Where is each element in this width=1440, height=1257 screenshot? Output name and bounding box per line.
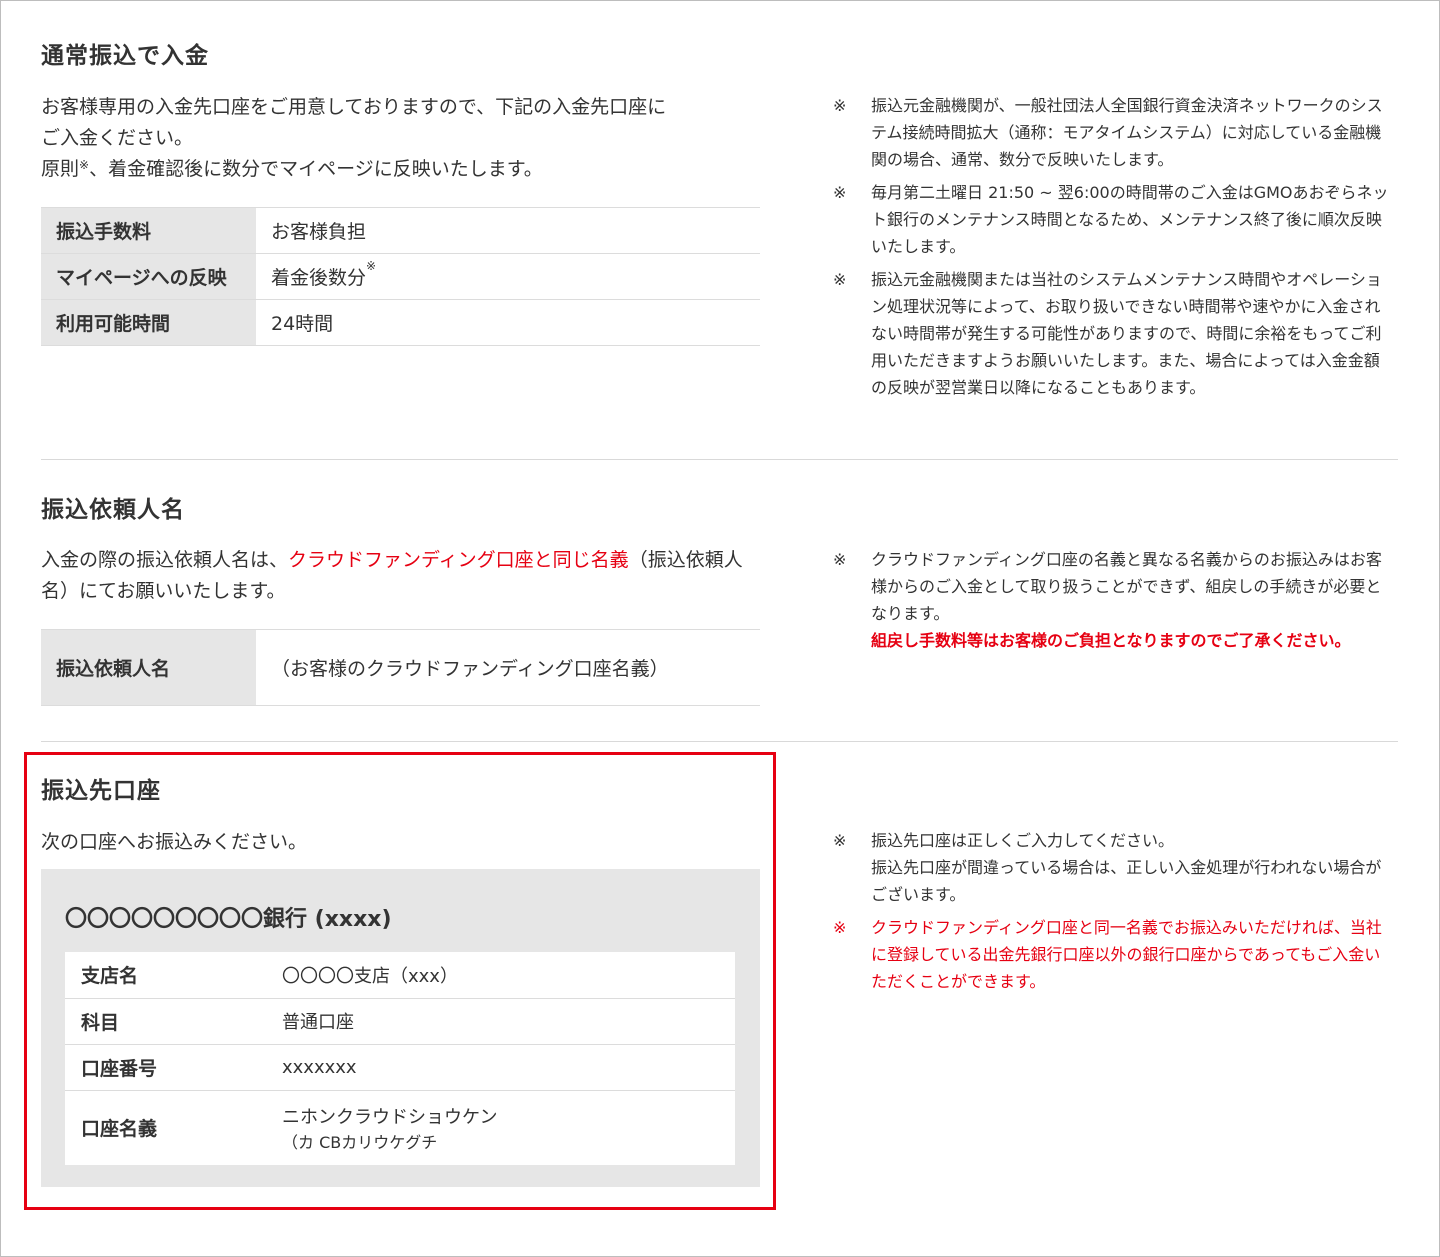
- lead-text: 原則: [41, 158, 80, 180]
- note-text: 振込元金融機関または当社のシステムメンテナンス時間やオペレーション処理状況等によ…: [871, 270, 1382, 397]
- holder-name: ニホンクラウドショウケン: [282, 1106, 498, 1128]
- note-mark: ※: [833, 831, 847, 850]
- note-text: 振込元金融機関が、一般社団法人全国銀行資金決済ネットワークのシステム接続時間拡大…: [871, 96, 1383, 169]
- holder-name-sub: （カ CBカリウケグチ: [282, 1132, 438, 1152]
- section1-notes: ※ 振込元金融機関が、一般社団法人全国銀行資金決済ネットワークのシステム接続時間拡…: [833, 92, 1395, 407]
- section-divider: [41, 741, 1398, 742]
- note-text: クラウドファンディング口座の名義と異なる名義からのお振込みはお客様からのご入金と…: [871, 550, 1382, 623]
- note-mark: ※: [833, 183, 847, 202]
- footnote-mark: ※: [366, 259, 377, 273]
- row-key-number: 口座番号: [65, 1044, 266, 1091]
- note-item: ※ 振込先口座は正しくご入力してください。 振込先口座が間違っている場合は、正しい…: [833, 827, 1395, 908]
- row-value-holder: ニホンクラウドショウケン （カ CBカリウケグチ: [266, 1090, 735, 1165]
- row-value-number: xxxxxxx: [266, 1044, 735, 1091]
- note-text: 毎月第二土曜日 21:50 ~ 翌6:00の時間帯のご入金はGMOあおぞらネット…: [871, 183, 1389, 256]
- row-key-sender: 振込依頼人名: [41, 629, 256, 706]
- bank-account-box: 〇〇〇〇〇〇〇〇〇銀行 (xxxx) 支店名 〇〇〇〇支店（xxx） 科目 普通…: [41, 869, 760, 1187]
- row-value-branch: 〇〇〇〇支店（xxx）: [266, 952, 735, 999]
- row-value-fee: お客様負担: [256, 207, 760, 254]
- footnote-mark: ※: [79, 158, 90, 172]
- section1-lead-line3: 原則※、着金確認後に数分でマイページに反映いたします。: [41, 154, 781, 185]
- section-heading-destination-account: 振込先口座: [41, 778, 161, 804]
- note-text: クラウドファンディング口座と同一名義でお振込みいただければ、当社に登録している出…: [871, 918, 1382, 991]
- note-mark: ※: [833, 550, 847, 569]
- section3-notes: ※ 振込先口座は正しくご入力してください。 振込先口座が間違っている場合は、正しい…: [833, 827, 1395, 1001]
- lead-text: 入金の際の振込依頼人名は、: [41, 549, 289, 571]
- row-value-hours: 24時間: [256, 299, 760, 346]
- table-row: マイページへの反映 着金後数分※: [41, 253, 760, 300]
- section-divider: [41, 459, 1398, 460]
- row-value-reflection: 着金後数分※: [256, 253, 760, 300]
- row-key-fee: 振込手数料: [41, 207, 256, 254]
- row-key-holder: 口座名義: [65, 1090, 266, 1165]
- table-row: 振込依頼人名 （お客様のクラウドファンディング口座名義）: [41, 629, 760, 706]
- note-mark: ※: [833, 918, 847, 937]
- row-key-hours: 利用可能時間: [41, 299, 256, 346]
- section2-lead: 入金の際の振込依頼人名は、クラウドファンディング口座と同じ名義（振込依頼人名）に…: [41, 545, 761, 607]
- table-row: 利用可能時間 24時間: [41, 299, 760, 346]
- table-row: 口座番号 xxxxxxx: [65, 1044, 735, 1091]
- row-value-type: 普通口座: [266, 998, 735, 1045]
- section-heading-sender-name: 振込依頼人名: [41, 497, 185, 523]
- row-key-branch: 支店名: [65, 952, 266, 999]
- note-mark: ※: [833, 270, 847, 289]
- table-row: 振込手数料 お客様負担: [41, 207, 760, 254]
- transfer-info-table: 振込手数料 お客様負担 マイページへの反映 着金後数分※ 利用可能時間 24時間: [41, 207, 760, 346]
- note-text: 振込先口座は正しくご入力してください。 振込先口座が間違っている場合は、正しい入…: [871, 831, 1382, 904]
- note-mark: ※: [833, 96, 847, 115]
- sender-name-table: 振込依頼人名 （お客様のクラウドファンディング口座名義）: [41, 629, 760, 706]
- value-text: 着金後数分: [271, 267, 367, 289]
- row-key-reflection: マイページへの反映: [41, 253, 256, 300]
- section1-lead-line1: お客様専用の入金先口座をご用意しておりますので、下記の入金先口座に: [41, 96, 667, 118]
- table-row: 口座名義 ニホンクラウドショウケン （カ CBカリウケグチ: [65, 1090, 735, 1165]
- section2-notes: ※ クラウドファンディング口座の名義と異なる名義からのお振込みはお客様からのご入…: [833, 546, 1395, 660]
- table-row: 支店名 〇〇〇〇支店（xxx）: [65, 952, 735, 999]
- section1-lead: お客様専用の入金先口座をご用意しておりますので、下記の入金先口座に ご入金くださ…: [41, 92, 781, 185]
- lead-highlight: クラウドファンディング口座と同じ名義: [288, 549, 629, 571]
- note-warning: 組戻し手数料等はお客様のご負担となりますのでご了承ください。: [871, 631, 1351, 650]
- bank-details-table: 支店名 〇〇〇〇支店（xxx） 科目 普通口座 口座番号 xxxxxxx 口座名…: [65, 952, 735, 1165]
- lead-text: 、着金確認後に数分でマイページに反映いたします。: [89, 158, 543, 180]
- note-item: ※ クラウドファンディング口座の名義と異なる名義からのお振込みはお客様からのご入…: [833, 546, 1395, 654]
- note-item: ※ 毎月第二土曜日 21:50 ~ 翌6:00の時間帯のご入金はGMOあおぞらネッ…: [833, 179, 1395, 260]
- section-heading-normal-transfer: 通常振込で入金: [41, 43, 209, 69]
- row-value-sender: （お客様のクラウドファンディング口座名義）: [256, 629, 760, 706]
- row-key-type: 科目: [65, 998, 266, 1045]
- note-body: クラウドファンディング口座の名義と異なる名義からのお振込みはお客様からのご入金と…: [871, 546, 1395, 654]
- section3-lead: 次の口座へお振込みください。: [41, 831, 308, 853]
- note-item: ※ 振込元金融機関が、一般社団法人全国銀行資金決済ネットワークのシステム接続時間拡…: [833, 92, 1395, 173]
- note-item: ※ クラウドファンディング口座と同一名義でお振込みいただければ、当社に登録している…: [833, 914, 1395, 995]
- bank-name: 〇〇〇〇〇〇〇〇〇銀行 (xxxx): [65, 907, 392, 932]
- section1-lead-line2: ご入金ください。: [41, 127, 194, 149]
- note-item: ※ 振込元金融機関または当社のシステムメンテナンス時間やオペレーション処理状況等に…: [833, 266, 1395, 401]
- table-row: 科目 普通口座: [65, 998, 735, 1045]
